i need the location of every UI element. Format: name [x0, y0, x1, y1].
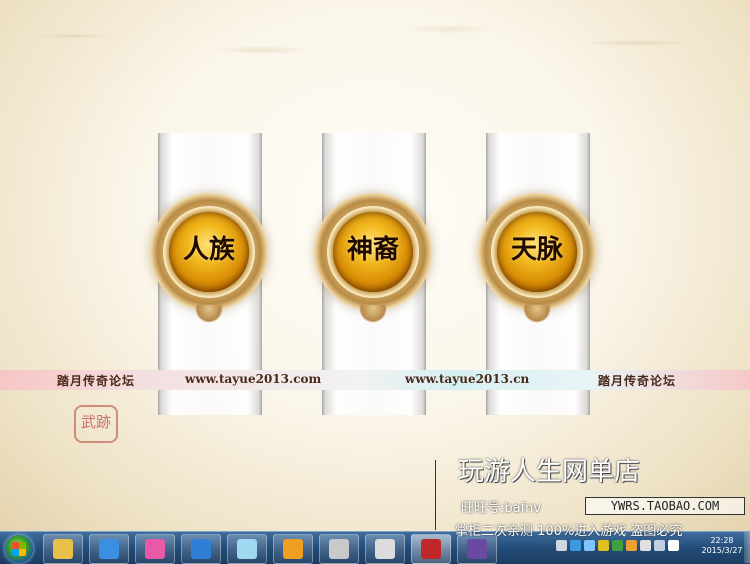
race-label-sky: 天脉 — [510, 235, 563, 265]
file-manager-icon — [53, 539, 73, 559]
server-tool-icon — [329, 539, 349, 559]
app-tray-icon[interactable] — [570, 540, 581, 551]
forum-banner: 踏月传奇论坛 www.tayue2013.com www.tayue2013.c… — [0, 370, 750, 390]
game-client-icon — [421, 539, 441, 559]
shield-icon[interactable] — [612, 540, 623, 551]
race-button-divine[interactable]: 神裔 — [314, 193, 432, 323]
taskbar-app-app-window[interactable] — [273, 534, 313, 564]
truck-app-icon — [375, 539, 395, 559]
banner-forum-name-right: 踏月传奇论坛 — [598, 374, 677, 388]
race-button-human[interactable]: 人族 — [150, 193, 268, 323]
banner-url-cn[interactable]: www.tayue2013.cn — [405, 372, 529, 386]
taskbar-app-truck-app[interactable] — [365, 534, 405, 564]
app-window-icon — [283, 539, 303, 559]
windows-logo-icon — [12, 542, 26, 556]
character-app-icon — [467, 539, 487, 559]
clock-date: 2015/3/27 — [701, 546, 743, 555]
cloud-pattern — [0, 8, 750, 78]
taskbar-app-file-manager[interactable] — [43, 534, 83, 564]
internet-explorer-icon — [191, 539, 211, 559]
notepad-icon — [237, 539, 257, 559]
banner-url-com[interactable]: www.tayue2013.com — [185, 372, 321, 386]
race-label-divine: 神裔 — [346, 235, 399, 265]
action-center-icon[interactable] — [668, 540, 679, 551]
red-seal: 武跡 — [74, 405, 118, 443]
colorful-app-icon — [145, 539, 165, 559]
clock[interactable]: 22:28 2015/3/27 — [700, 536, 744, 556]
keyboard-icon[interactable] — [556, 540, 567, 551]
taskbar-app-baidu-cloud[interactable] — [89, 534, 129, 564]
race-button-sky[interactable]: 天脉 — [478, 193, 596, 323]
watermark-wangwang: 旺旺号:bafnv — [461, 501, 542, 516]
watermark-divider — [435, 460, 436, 530]
taskbar-app-server-tool[interactable] — [319, 534, 359, 564]
display-icon[interactable] — [654, 540, 665, 551]
medal-ornament — [523, 305, 551, 323]
taskbar-app-colorful-app[interactable] — [135, 534, 175, 564]
clock-time: 22:28 — [710, 536, 734, 545]
taskbar-app-notepad[interactable] — [227, 534, 267, 564]
baidu-cloud-icon — [99, 539, 119, 559]
security-icon[interactable] — [598, 540, 609, 551]
system-tray — [556, 540, 686, 556]
show-desktop-button[interactable] — [744, 532, 750, 563]
taskbar-app-game-client[interactable] — [411, 534, 451, 564]
volume-icon[interactable] — [640, 540, 651, 551]
race-label-human: 人族 — [182, 235, 235, 265]
watermark-note: 掌柜二次亲测 100%进入游戏 盗图必究 — [455, 524, 683, 539]
network-tray-icon[interactable] — [584, 540, 595, 551]
taskbar-app-internet-explorer[interactable] — [181, 534, 221, 564]
watermark-site: YWRS.TAOBAO.COM — [585, 497, 745, 515]
watermark-shop-title: 玩游人生网单店 — [458, 457, 641, 487]
start-button[interactable] — [5, 535, 33, 563]
update-icon[interactable] — [626, 540, 637, 551]
medal-ornament — [359, 305, 387, 323]
medal-ornament — [195, 305, 223, 323]
banner-forum-name-left: 踏月传奇论坛 — [57, 374, 136, 388]
